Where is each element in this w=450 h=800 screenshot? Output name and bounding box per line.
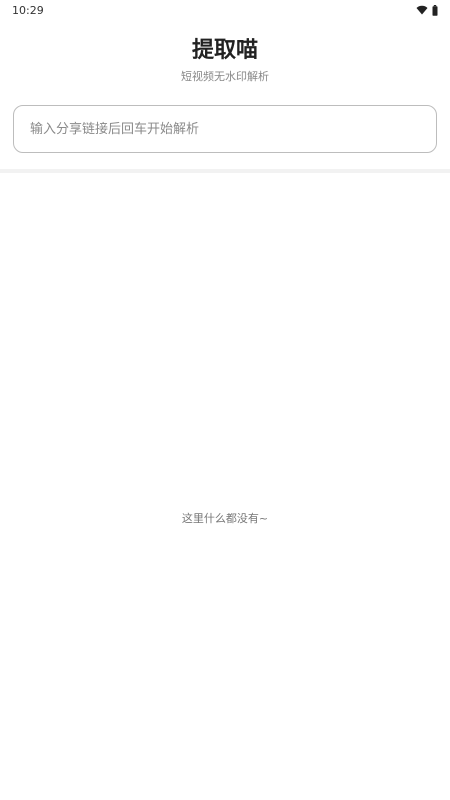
search-box[interactable] xyxy=(13,105,437,153)
wifi-icon xyxy=(416,5,428,15)
status-icons xyxy=(416,4,438,16)
battery-icon xyxy=(432,4,438,16)
status-bar: 10:29 xyxy=(0,0,450,20)
app-title: 提取喵 xyxy=(191,38,258,63)
share-link-input[interactable] xyxy=(14,106,436,152)
header: 提取喵 短视频无水印解析 xyxy=(0,36,450,84)
empty-state-text: 这里什么都没有~ xyxy=(181,512,269,525)
app-subtitle: 短视频无水印解析 xyxy=(181,70,269,83)
divider xyxy=(0,169,450,173)
status-time: 10:29 xyxy=(12,3,44,17)
